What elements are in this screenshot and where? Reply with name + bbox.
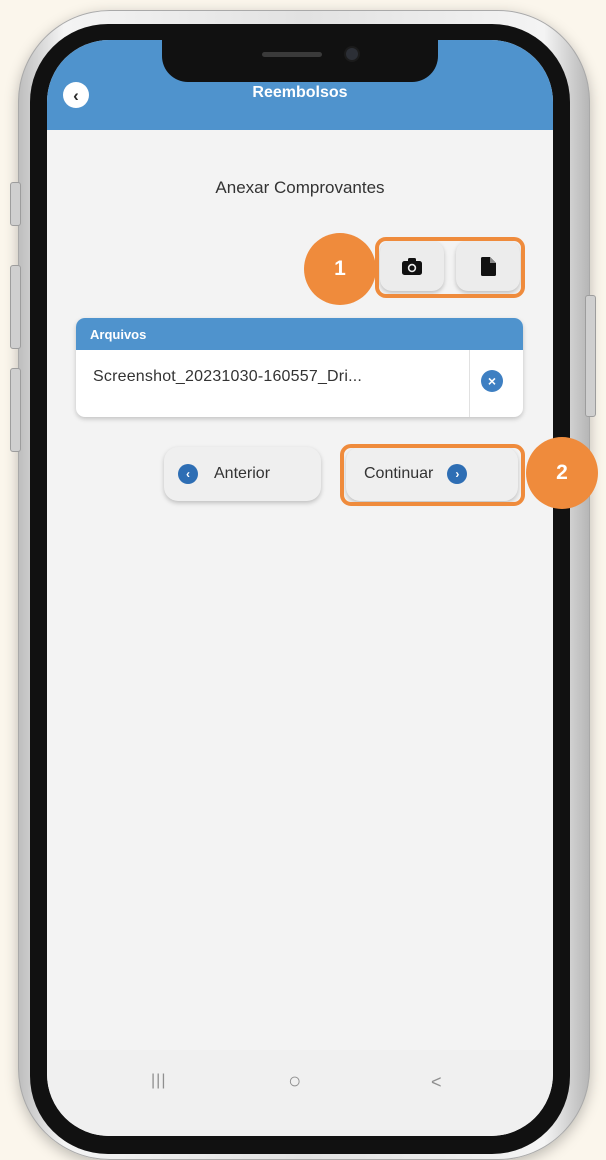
back-key[interactable]: < [431, 1072, 442, 1093]
divider [469, 350, 470, 417]
previous-label: Anterior [214, 465, 271, 482]
side-button-power [585, 295, 596, 417]
remove-file-button[interactable]: × [481, 370, 503, 392]
side-button-volume-down [10, 368, 21, 452]
side-button-mute [10, 182, 21, 226]
close-circle-icon: × [487, 373, 497, 389]
phone-screen: ‹ Reembolsos Anexar Comprovantes Arquivo… [47, 40, 553, 1136]
home-key[interactable]: ○ [288, 1068, 301, 1094]
annotation-badge-1: 1 [304, 233, 376, 305]
recents-key[interactable]: ||| [151, 1072, 166, 1090]
phone-notch [162, 40, 438, 82]
annotation-badge-2: 2 [526, 437, 598, 509]
page-subtitle: Anexar Comprovantes [215, 178, 385, 197]
files-header: Arquivos [76, 318, 523, 350]
highlight-continue-button [340, 444, 525, 506]
files-card: Arquivos Screenshot_20231030-160557_Dri.… [76, 318, 523, 417]
app-title: Reembolsos [252, 84, 348, 101]
chevron-left-circle-icon: ‹ [178, 464, 198, 484]
front-camera [346, 48, 358, 60]
previous-button[interactable]: ‹ Anterior [164, 447, 321, 501]
side-button-volume-up [10, 265, 21, 349]
speaker-grille [262, 52, 322, 57]
file-name: Screenshot_20231030-160557_Dri... [93, 368, 363, 385]
system-navigation-bar: ||| ○ < [47, 1050, 553, 1136]
highlight-attach-buttons [375, 237, 525, 298]
